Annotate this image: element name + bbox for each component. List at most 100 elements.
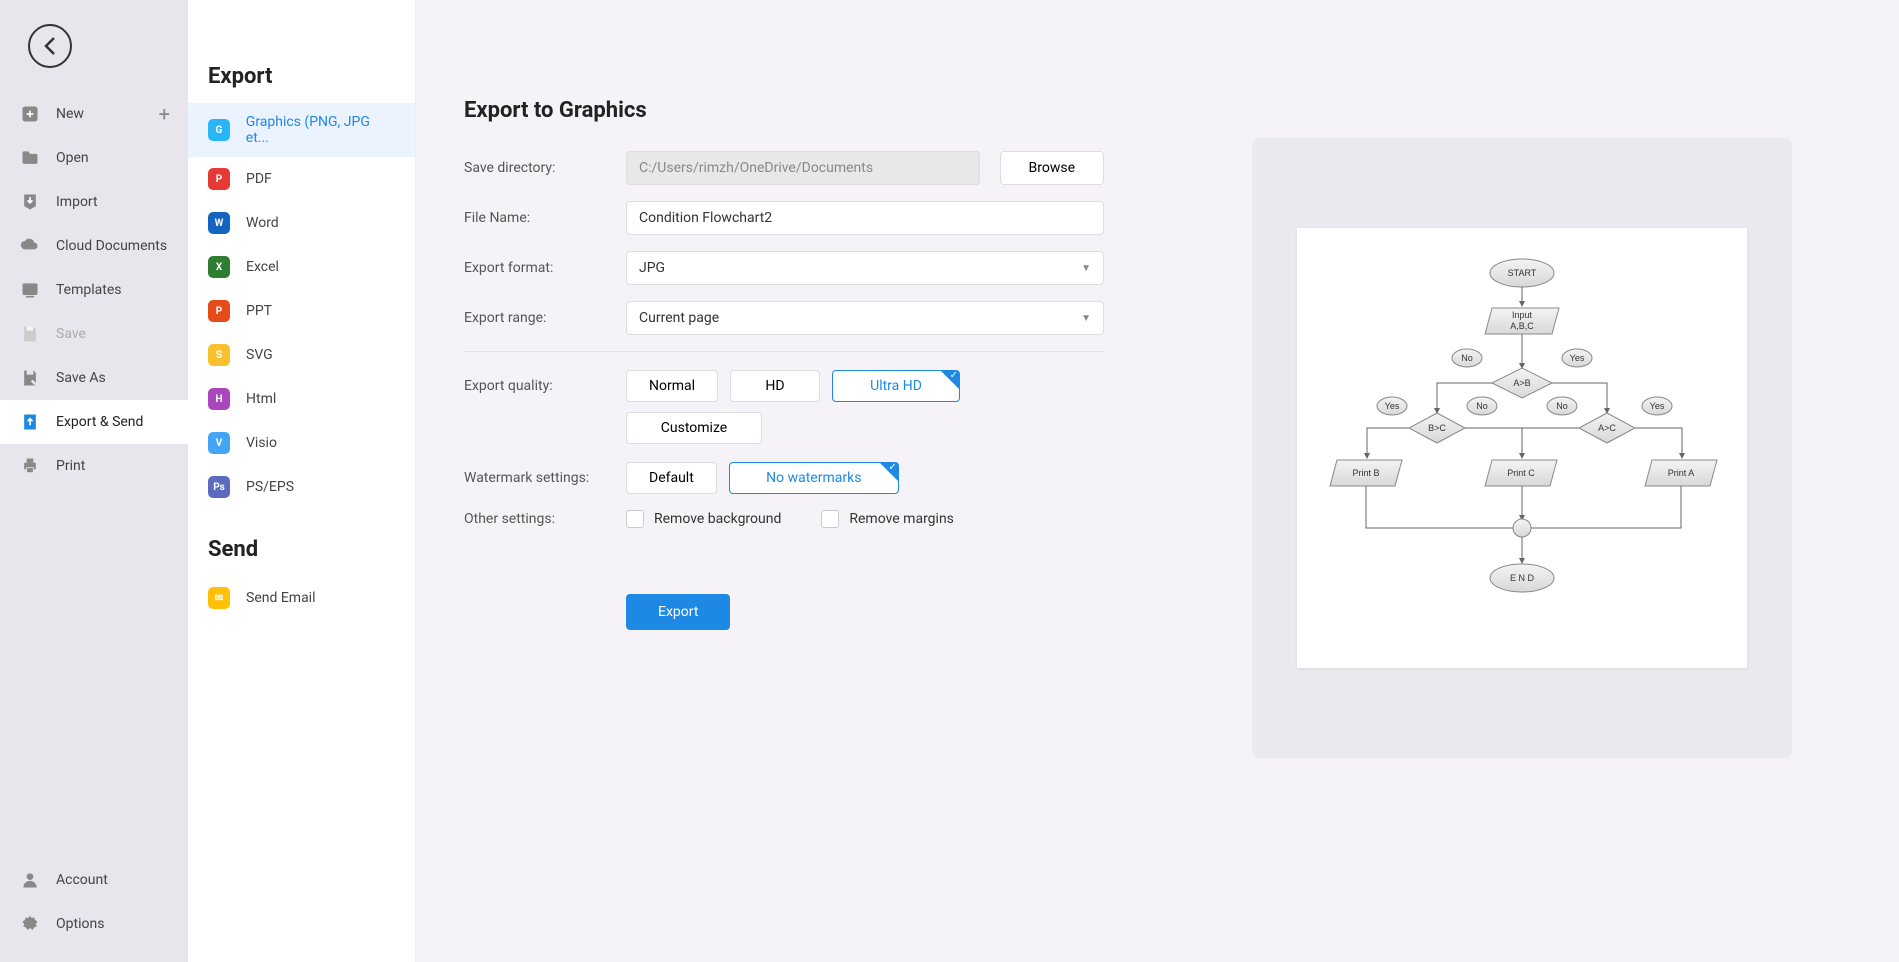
export-form: Export to Graphics Save directory: Brows… <box>464 98 1104 922</box>
file-type-icon: G <box>208 119 230 141</box>
export-type-word[interactable]: WWord <box>188 201 415 245</box>
browse-button[interactable]: Browse <box>1000 151 1104 185</box>
label-format: Export format: <box>464 260 626 276</box>
sidebar-export-types: Export GGraphics (PNG, JPG et...PPDFWWor… <box>188 0 416 962</box>
file-type-icon: X <box>208 256 230 278</box>
file-type-icon: V <box>208 432 230 454</box>
nav-label: Import <box>56 194 98 210</box>
label-quality: Export quality: <box>464 378 626 394</box>
file-type-icon: Ps <box>208 476 230 498</box>
save-directory-input[interactable] <box>626 151 980 185</box>
templates-icon <box>18 278 42 302</box>
quality-hd-button[interactable]: HD <box>730 370 820 402</box>
nav-label: Save As <box>56 370 106 386</box>
svg-text:Yes: Yes <box>1649 401 1664 411</box>
nav-item-export-send[interactable]: Export & Send <box>0 400 188 444</box>
watermark-default-button[interactable]: Default <box>626 462 717 494</box>
remove-margins-checkbox[interactable]: Remove margins <box>821 510 954 528</box>
gear-icon <box>18 912 42 936</box>
nav-item-options[interactable]: Options <box>0 902 188 946</box>
nav-label: Options <box>56 916 104 932</box>
nav-item-cloud[interactable]: Cloud Documents <box>0 224 188 268</box>
save-as-icon <box>18 366 42 390</box>
label-save-dir: Save directory: <box>464 160 626 176</box>
preview-column: START Input A,B,C A>B No Yes <box>1184 98 1859 922</box>
svg-text:No: No <box>1556 401 1568 411</box>
svg-text:Print B: Print B <box>1352 468 1379 478</box>
chevron-down-icon: ▼ <box>1081 263 1091 274</box>
svg-text:A,B,C: A,B,C <box>1510 321 1534 331</box>
nav-item-new[interactable]: New + <box>0 92 188 136</box>
remove-background-checkbox[interactable]: Remove background <box>626 510 781 528</box>
nav-item-save-as[interactable]: Save As <box>0 356 188 400</box>
back-button[interactable] <box>28 24 72 68</box>
nav-item-save: Save <box>0 312 188 356</box>
label-watermark: Watermark settings: <box>464 470 626 486</box>
nav-label: Cloud Documents <box>56 238 167 254</box>
user-icon <box>18 868 42 892</box>
svg-text:Yes: Yes <box>1569 353 1584 363</box>
file-name-input[interactable] <box>626 201 1104 235</box>
quality-normal-button[interactable]: Normal <box>626 370 718 402</box>
download-icon <box>18 190 42 214</box>
nav-label: Templates <box>56 282 122 298</box>
quality-customize-button[interactable]: Customize <box>626 412 762 444</box>
file-type-icon: S <box>208 344 230 366</box>
nav-item-open[interactable]: Open <box>0 136 188 180</box>
nav-label: Export & Send <box>56 414 143 430</box>
svg-text:E N D: E N D <box>1509 573 1534 583</box>
svg-text:Yes: Yes <box>1384 401 1399 411</box>
export-type-pdf[interactable]: PPDF <box>188 157 415 201</box>
nav-label: Account <box>56 872 108 888</box>
export-type-svg[interactable]: SSVG <box>188 333 415 377</box>
file-type-icon: H <box>208 388 230 410</box>
export-format-select[interactable]: JPG▼ <box>626 251 1104 285</box>
main-content: Export to Graphics Save directory: Brows… <box>416 0 1899 962</box>
export-type-excel[interactable]: XExcel <box>188 245 415 289</box>
nav-bottom: Account Options <box>0 858 188 946</box>
watermark-none-button[interactable]: No watermarks <box>729 462 899 494</box>
svg-text:A>C: A>C <box>1598 423 1616 433</box>
chevron-down-icon: ▼ <box>1081 313 1091 324</box>
export-button[interactable]: Export <box>626 594 730 630</box>
page-title: Export to Graphics <box>464 98 1104 123</box>
nav-label: New <box>56 106 84 122</box>
nav-item-import[interactable]: Import <box>0 180 188 224</box>
svg-text:B>C: B>C <box>1428 423 1446 433</box>
file-type-icon: P <box>208 168 230 190</box>
nav-label: Save <box>56 326 86 342</box>
nav-list: New + Open Import Cloud Documents Templa… <box>0 92 188 488</box>
file-type-icon: W <box>208 212 230 234</box>
svg-text:Print A: Print A <box>1667 468 1694 478</box>
save-icon <box>18 322 42 346</box>
nav-item-print[interactable]: Print <box>0 444 188 488</box>
label-range: Export range: <box>464 310 626 326</box>
send-email-item[interactable]: ✉Send Email <box>188 576 415 620</box>
send-heading: Send <box>188 509 415 576</box>
email-icon: ✉ <box>208 587 230 609</box>
nav-label: Print <box>56 458 85 474</box>
print-icon <box>18 454 42 478</box>
svg-text:Print C: Print C <box>1507 468 1535 478</box>
svg-text:A>B: A>B <box>1513 378 1530 388</box>
export-type-visio[interactable]: VVisio <box>188 421 415 465</box>
svg-text:START: START <box>1507 268 1536 278</box>
export-type-ps-eps[interactable]: PsPS/EPS <box>188 465 415 509</box>
quality-ultrahd-button[interactable]: Ultra HD <box>832 370 960 402</box>
export-type-html[interactable]: HHtml <box>188 377 415 421</box>
nav-item-account[interactable]: Account <box>0 858 188 902</box>
nav-label: Open <box>56 150 89 166</box>
cloud-icon <box>18 234 42 258</box>
nav-item-templates[interactable]: Templates <box>0 268 188 312</box>
plus-icon[interactable]: + <box>159 102 170 126</box>
svg-text:No: No <box>1476 401 1488 411</box>
svg-text:No: No <box>1461 353 1473 363</box>
export-type-graphics-png-jpg-et-[interactable]: GGraphics (PNG, JPG et... <box>188 103 415 157</box>
export-range-select[interactable]: Current page▼ <box>626 301 1104 335</box>
preview-document: START Input A,B,C A>B No Yes <box>1297 228 1747 668</box>
folder-icon <box>18 146 42 170</box>
label-other: Other settings: <box>464 511 626 527</box>
svg-text:Input: Input <box>1511 310 1532 320</box>
export-type-ppt[interactable]: PPPT <box>188 289 415 333</box>
preview-area: START Input A,B,C A>B No Yes <box>1252 138 1792 758</box>
